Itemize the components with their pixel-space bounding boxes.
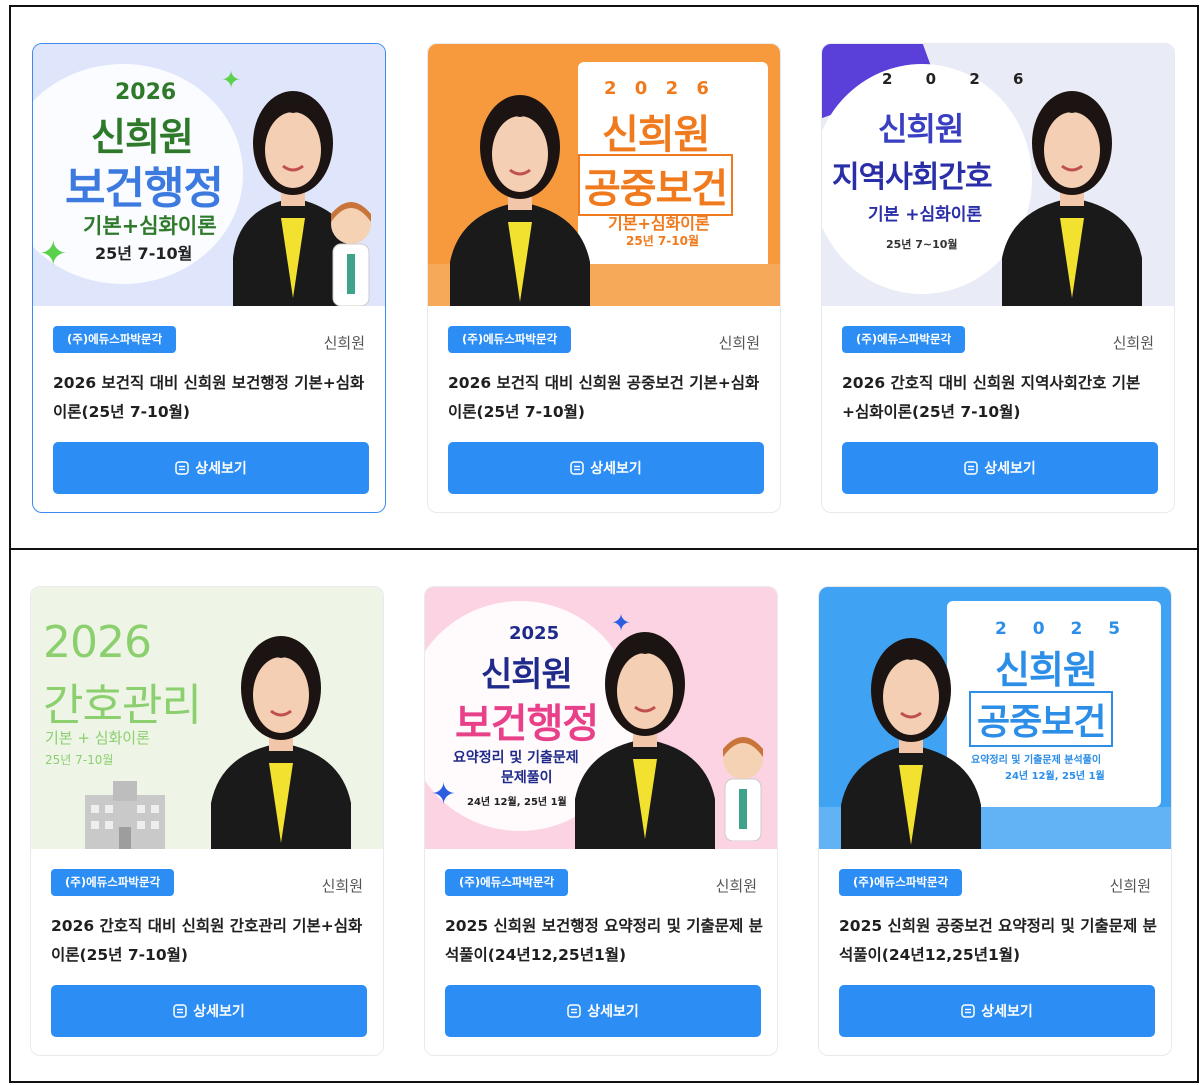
course-title[interactable]: 2026 간호직 대비 신희원 간호관리 기본+심화이론(25년 7-10월) [51,912,369,970]
thumb-year: 2 0 2 6 [604,78,715,99]
course-thumbnail[interactable]: 2025 신희원 보건행정 요약정리 및 기출문제 문제풀이 24년 12월, … [425,587,777,849]
hospital-building-icon [85,781,165,849]
course-card[interactable]: 2 0 2 6 신희원 지역사회간호 기본 +심화이론 25년 7~10월 (주… [821,43,1175,513]
detail-button-label: 상세보기 [981,1004,1033,1020]
document-icon [173,1004,187,1018]
detail-button-label: 상세보기 [193,1004,245,1020]
publisher-badge: (주)에듀스파박문각 [53,326,177,353]
instructor-photo [1002,91,1142,306]
course-card[interactable]: 2026 신희원 보건행정 기본+심화이론 25년 7-10월 ✦ ✦ (주)에… [32,43,386,513]
thumb-name: 신희원 [878,110,964,148]
thumb-sub2: 25년 7-10월 [626,234,699,248]
instructor-name: 신희원 [715,877,757,895]
thumb-sub2: 25년 7~10월 [886,238,958,251]
course-title[interactable]: 2025 신희원 보건행정 요약정리 및 기출문제 분석풀이(24년12,25년… [445,912,763,970]
thumb-sub1: 기본 + 심화이론 [45,729,150,747]
detail-button-label: 상세보기 [984,461,1036,477]
instructor-photo [211,636,351,849]
thumb-sub1: 기본+심화이론 [608,214,710,233]
publisher-badge: (주)에듀스파박문각 [448,326,572,353]
doctor-character-icon [723,737,763,841]
course-card[interactable]: 2025 신희원 보건행정 요약정리 및 기출문제 문제풀이 24년 12월, … [424,586,778,1056]
detail-button-label: 상세보기 [195,461,247,477]
thumb-sub1: 기본 +심화이론 [868,205,983,225]
document-icon [175,461,189,475]
detail-button-label: 상세보기 [587,1004,639,1020]
instructor-photo [841,638,981,849]
detail-button[interactable]: 상세보기 [445,985,761,1037]
thumb-subject: 간호관리 [43,680,202,731]
thumb-year: 2026 [43,617,152,668]
course-title[interactable]: 2026 보건직 대비 신희원 공중보건 기본+심화이론(25년 7-10월) [448,369,766,427]
sparkle-icon: ✦ [221,66,242,94]
detail-button[interactable]: 상세보기 [842,442,1158,494]
publisher-badge: (주)에듀스파박문각 [839,869,963,896]
sparkle-icon: ✦ [431,777,457,812]
course-title[interactable]: 2025 신희원 공중보건 요약정리 및 기출문제 분석풀이(24년12,25년… [839,912,1157,970]
instructor-name: 신희원 [1109,877,1151,895]
document-icon [570,461,584,475]
document-icon [567,1004,581,1018]
course-thumbnail[interactable]: 2 0 2 6 신희원 공중보건 기본+심화이론 25년 7-10월 [428,44,780,306]
instructor-name: 신희원 [1112,334,1154,352]
course-thumbnail[interactable]: 2 0 2 5 신희원 공중보건 요약정리 및 기출문제 분석풀이 24년 12… [819,587,1171,849]
course-thumbnail[interactable]: 2026 간호관리 기본 + 심화이론 25년 7-10월 [31,587,383,849]
course-thumbnail[interactable]: 2 0 2 6 신희원 지역사회간호 기본 +심화이론 25년 7~10월 [822,44,1174,306]
detail-button[interactable]: 상세보기 [448,442,764,494]
detail-button[interactable]: 상세보기 [839,985,1155,1037]
sparkle-icon: ✦ [611,609,632,637]
document-icon [961,1004,975,1018]
instructor-name: 신희원 [323,334,365,352]
detail-button-label: 상세보기 [590,461,642,477]
doctor-character-icon [331,202,371,306]
course-card[interactable]: 2 0 2 5 신희원 공중보건 요약정리 및 기출문제 분석풀이 24년 12… [818,586,1172,1056]
instructor-name: 신희원 [718,334,760,352]
thumb-sub2: 25년 7-10월 [45,753,114,767]
row-divider [9,548,1199,550]
thumb-sub2: 25년 7-10월 [95,244,193,263]
thumb-year: 2 0 2 5 [995,619,1131,639]
publisher-badge: (주)에듀스파박문각 [842,326,966,353]
course-title[interactable]: 2026 간호직 대비 신희원 지역사회간호 기본+심화이론(25년 7-10월… [842,369,1160,427]
course-card[interactable]: 2 0 2 6 신희원 공중보건 기본+심화이론 25년 7-10월 (주)에듀… [427,43,781,513]
detail-button[interactable]: 상세보기 [51,985,367,1037]
publisher-badge: (주)에듀스파박문각 [445,869,569,896]
course-thumbnail[interactable]: 2026 신희원 보건행정 기본+심화이론 25년 7-10월 ✦ ✦ [33,44,385,306]
document-icon [964,461,978,475]
thumb-year: 2026 [115,80,177,105]
thumb-subject: 지역사회간호 [832,160,993,195]
publisher-badge: (주)에듀스파박문각 [51,869,175,896]
sparkle-icon: ✦ [39,234,68,274]
detail-button[interactable]: 상세보기 [53,442,369,494]
thumb-sub2: 24년 12월, 25년 1월 [1005,771,1105,782]
instructor-name: 신희원 [321,877,363,895]
course-card[interactable]: 2026 간호관리 기본 + 심화이론 25년 7-10월 (주)에듀스파박문각… [30,586,384,1056]
instructor-photo [450,95,590,306]
course-title[interactable]: 2026 보건직 대비 신희원 보건행정 기본+심화이론(25년 7-10월) [53,369,371,427]
